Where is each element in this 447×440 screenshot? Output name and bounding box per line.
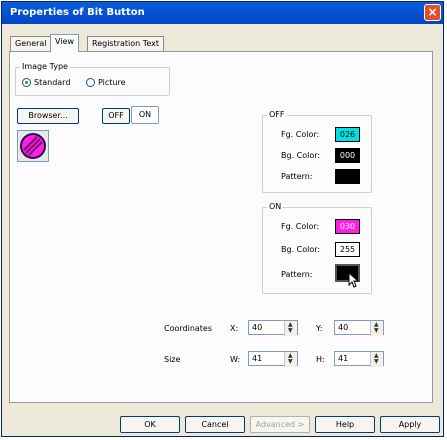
on-color-group: ON Fg. Color: 030 Bg. Color: 255 Pattern… — [262, 202, 372, 294]
off-pattern-label: Pattern: — [281, 172, 313, 181]
size-w-value: 41 — [252, 354, 263, 363]
close-button[interactable]: × — [424, 4, 441, 21]
size-h-label: H: — [316, 355, 325, 364]
off-fg-color-swatch[interactable]: 026 — [335, 127, 360, 142]
off-fg-color-label: Fg. Color: — [281, 130, 320, 139]
cancel-button[interactable]: Cancel — [185, 416, 245, 433]
on-bg-color-label: Bg. Color: — [281, 245, 321, 254]
off-group-label: OFF — [267, 110, 287, 119]
help-button[interactable]: Help — [315, 416, 375, 433]
on-group-label: ON — [267, 202, 284, 211]
apply-button[interactable]: Apply — [380, 416, 440, 433]
size-w-input[interactable]: 41 ▲ ▼ — [248, 351, 298, 367]
size-w-spinner[interactable]: ▲ ▼ — [284, 352, 297, 367]
window-title: Properties of Bit Button — [10, 7, 145, 18]
button-preview — [17, 130, 49, 162]
coord-x-label: X: — [230, 324, 239, 333]
image-type-label: Image Type — [20, 62, 70, 71]
on-state-button[interactable]: ON — [131, 106, 159, 124]
on-fg-color-label: Fg. Color: — [281, 222, 320, 231]
off-bg-color-label: Bg. Color: — [281, 151, 321, 160]
off-pattern-swatch[interactable] — [335, 169, 360, 184]
mouse-cursor-icon — [348, 272, 360, 288]
coord-x-value: 40 — [252, 323, 263, 332]
on-bg-color-swatch[interactable]: 255 — [335, 242, 360, 257]
off-color-group: OFF Fg. Color: 026 Bg. Color: 000 Patter… — [262, 110, 372, 193]
bit-button-image — [20, 133, 46, 159]
size-label: Size — [164, 355, 181, 364]
coord-y-value: 40 — [338, 323, 349, 332]
coordinates-label: Coordinates — [164, 324, 213, 333]
coord-x-spinner[interactable]: ▲ ▼ — [284, 321, 297, 336]
image-type-group: Image Type Standard Picture — [15, 62, 170, 96]
tab-panel-view: Image Type Standard Picture Browser... O… — [9, 51, 433, 403]
on-fg-color-swatch[interactable]: 030 — [335, 219, 360, 234]
properties-dialog: Properties of Bit Button × General View … — [1, 1, 444, 437]
on-pattern-label: Pattern: — [281, 270, 313, 279]
coord-x-input[interactable]: 40 ▲ ▼ — [248, 320, 298, 336]
size-h-spinner[interactable]: ▲ ▼ — [370, 352, 383, 367]
coord-y-input[interactable]: 40 ▲ ▼ — [334, 320, 384, 336]
tab-registration-text[interactable]: Registration Text — [87, 36, 164, 51]
off-state-button[interactable]: OFF — [102, 108, 130, 124]
ok-button[interactable]: OK — [120, 416, 180, 433]
picture-radio[interactable] — [86, 78, 95, 87]
off-bg-color-swatch[interactable]: 000 — [335, 148, 360, 163]
size-h-value: 41 — [338, 354, 349, 363]
picture-label[interactable]: Picture — [98, 78, 126, 87]
tab-view[interactable]: View — [50, 34, 79, 52]
coord-y-label: Y: — [316, 324, 323, 333]
size-w-label: W: — [230, 355, 241, 364]
standard-radio[interactable] — [22, 78, 31, 87]
standard-label[interactable]: Standard — [34, 78, 70, 87]
browser-button[interactable]: Browser... — [17, 108, 79, 124]
size-h-input[interactable]: 41 ▲ ▼ — [334, 351, 384, 367]
coord-y-spinner[interactable]: ▲ ▼ — [370, 321, 383, 336]
tab-general[interactable]: General — [10, 36, 52, 51]
advanced-button: Advanced > — [250, 416, 310, 433]
title-bar[interactable]: Properties of Bit Button × — [2, 2, 443, 24]
